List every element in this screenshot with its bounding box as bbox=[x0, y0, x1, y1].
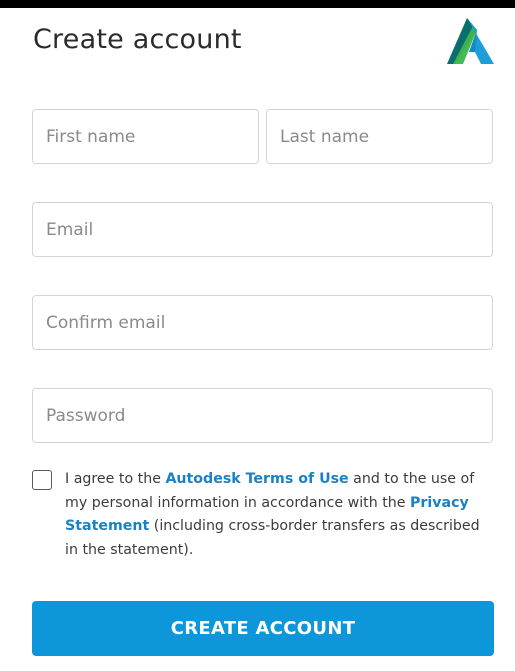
consent-text-before: I agree to the bbox=[65, 471, 166, 487]
last-name-input[interactable] bbox=[266, 109, 493, 164]
autodesk-logo-icon bbox=[447, 18, 494, 64]
confirm-email-input[interactable] bbox=[32, 295, 493, 350]
password-input[interactable] bbox=[32, 388, 493, 443]
first-name-input[interactable] bbox=[32, 109, 259, 164]
terms-of-use-link[interactable]: Autodesk Terms of Use bbox=[165, 471, 348, 487]
create-account-button[interactable]: CREATE ACCOUNT bbox=[32, 601, 494, 656]
top-bar bbox=[0, 0, 515, 8]
email-input[interactable] bbox=[32, 202, 493, 257]
consent-text: I agree to the Autodesk Terms of Use and… bbox=[65, 468, 497, 562]
page-title: Create account bbox=[33, 24, 242, 55]
terms-checkbox[interactable] bbox=[32, 470, 52, 490]
